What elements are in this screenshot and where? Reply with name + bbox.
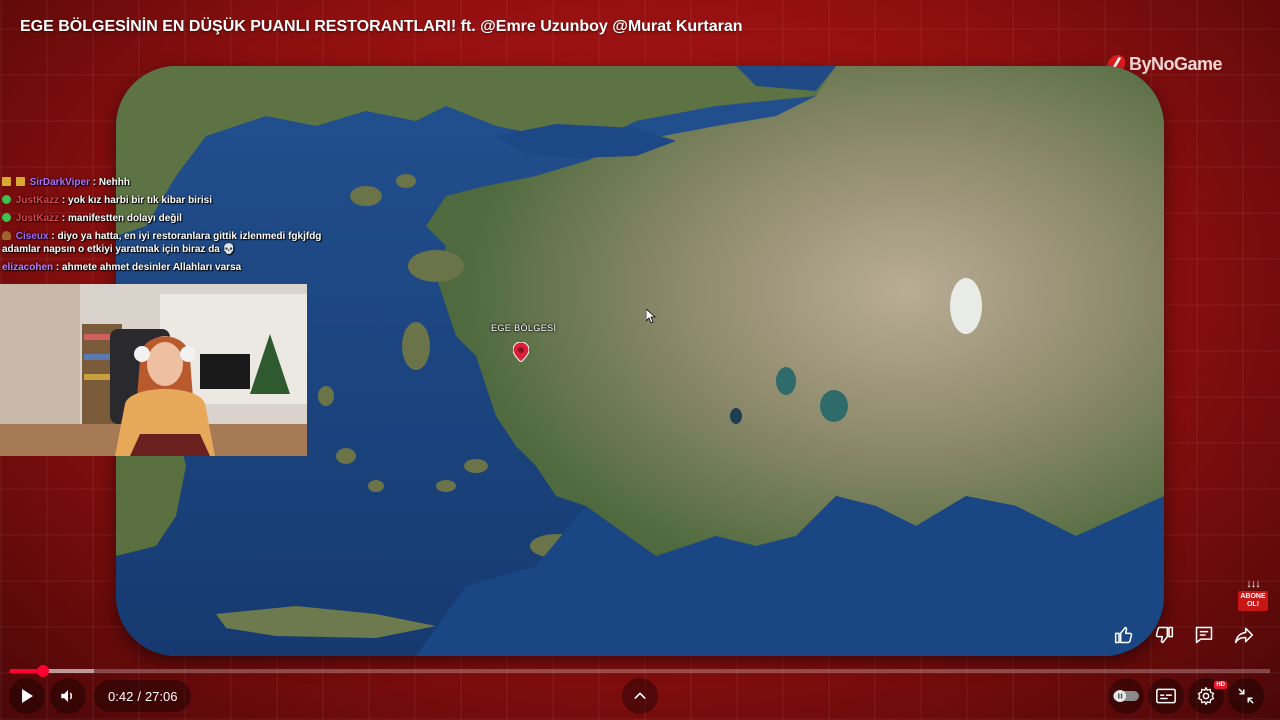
chat-message: SirDarkViper : Nehhh [2,176,332,189]
subscribe-badge: ↓↓↓ ABONE OL! [1238,578,1268,611]
chat-username: SirDarkViper [29,177,90,188]
comments-button[interactable] [1190,621,1218,649]
location-pin-icon [513,342,529,362]
chapters-toggle-button[interactable] [622,678,658,714]
thumbs-down-icon [1155,626,1174,644]
mute-button[interactable] [50,678,86,714]
streamer-webcam [0,284,307,456]
down-arrows-icon: ↓↓↓ [1246,578,1261,590]
share-button[interactable] [1230,621,1258,649]
time-display: 0:42 / 27:06 [94,680,192,712]
webcam-scene [0,284,307,456]
video-title: EGE BÖLGESİNİN EN DÜŞÜK PUANLI RESTORANT… [20,18,743,35]
video-progress-bar[interactable] [10,665,1270,677]
captions-button[interactable] [1148,678,1184,714]
play-icon [22,689,33,703]
captions-icon [1156,688,1176,704]
chat-text: adamlar napsın o etkiyi yaratmak için bi… [2,244,236,255]
engagement-actions [1110,621,1258,649]
live-chat-overlay: SirDarkViper : Nehhh JustKazz : yok kız … [2,176,332,279]
share-icon [1234,627,1254,644]
exit-fullscreen-icon [1238,688,1254,704]
chat-text: yok kız harbi bir tık kibar birisi [68,195,212,206]
chevron-up-icon [634,692,646,699]
like-button[interactable] [1110,621,1138,649]
time-separator: / [137,688,141,704]
chat-message: JustKazz : manifestten dolayı değil [2,212,332,225]
chat-username: Ciseux [15,231,49,242]
brand-name: ByNoGame [1128,54,1223,74]
chat-text: ahmete ahmet desinler Allahları varsa [62,262,242,273]
chat-badge-icon [15,177,25,186]
region-label: EGE BÖLGESİ [491,323,557,333]
subscribe-text: ABONE OL! [1238,591,1268,611]
chat-badge-icon [2,177,11,186]
duration: 27:06 [144,688,178,704]
gear-icon [1197,687,1215,705]
quality-badge: HD [1214,681,1227,689]
chat-message: Ciseux : diyo ya hatta, en iyi restoranl… [2,231,322,255]
thumbs-up-icon [1114,626,1133,644]
chat-text: diyo ya hatta, en iyi restoranlara gitti… [57,231,322,242]
autoplay-toggle[interactable] [1108,678,1144,714]
chat-badge-icon [2,195,11,204]
chat-username: JustKazz [15,195,60,206]
chat-text: manifestten dolayı değil [68,213,182,224]
exit-fullscreen-button[interactable] [1228,678,1264,714]
volume-icon [61,690,73,702]
dislike-button[interactable] [1150,621,1178,649]
mouse-cursor-icon [646,309,656,323]
scrubber-handle[interactable] [36,665,49,677]
autoplay-toggle-icon [1113,690,1139,702]
chat-text: Nehhh [98,177,130,188]
chat-username: JustKazz [15,213,60,224]
current-time: 0:42 [108,688,134,704]
chat-message: JustKazz : yok kız harbi bir tık kibar b… [2,194,332,207]
comment-icon [1195,626,1213,644]
chat-message: elizacohen : ahmete ahmet desinler Allah… [2,262,242,273]
player-controls: 0:42 / 27:06 HD [0,678,1280,716]
settings-button[interactable]: HD [1188,678,1227,714]
chat-username: elizacohen [2,262,54,273]
chat-badge-icon [2,213,11,222]
chat-badge-icon [2,231,11,240]
play-button[interactable] [9,678,45,714]
